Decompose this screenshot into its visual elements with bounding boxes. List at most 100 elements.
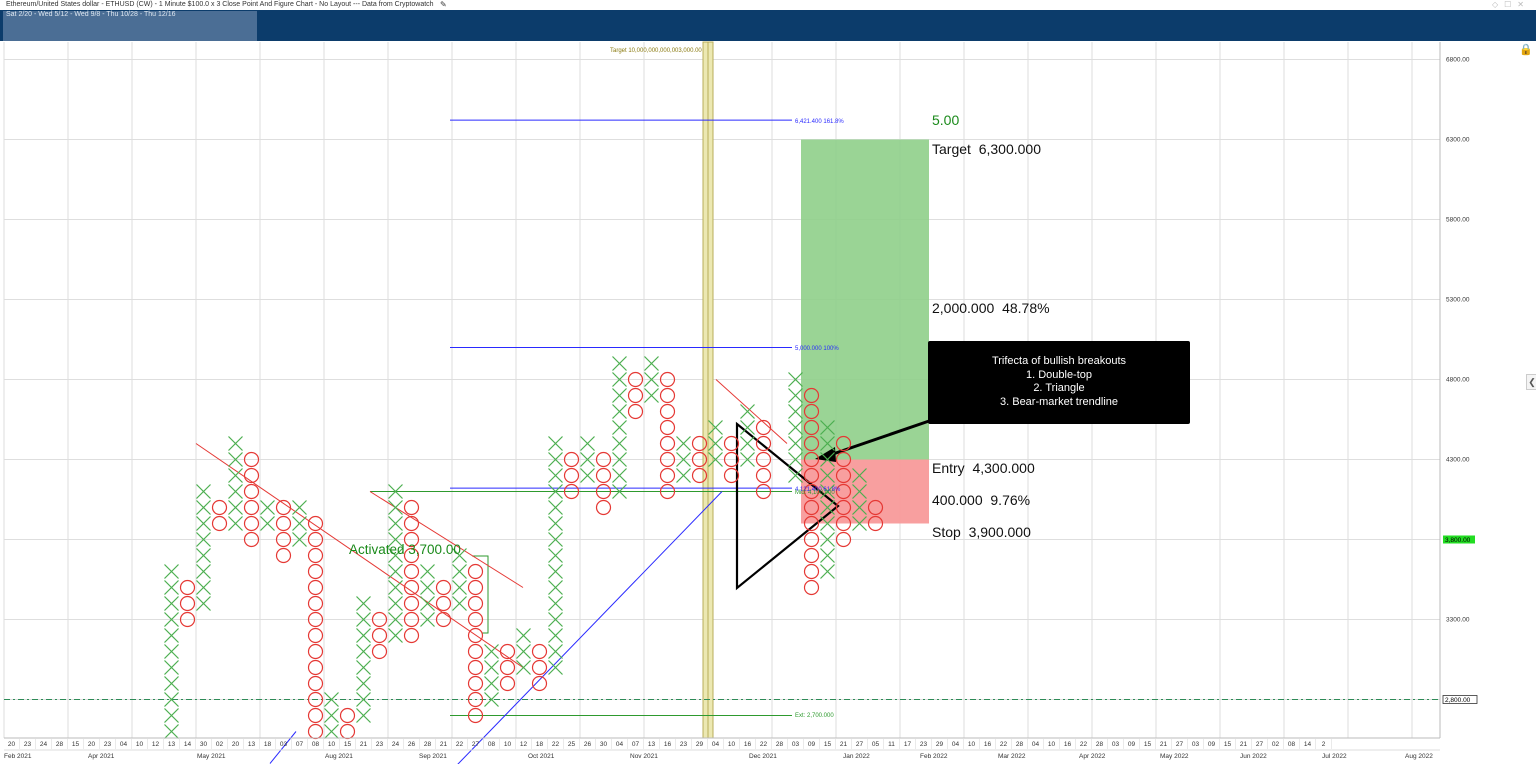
date-tick-label: 02 (216, 741, 224, 748)
o-box (467, 563, 484, 580)
month-label: Aug 2022 (1405, 753, 1433, 760)
x-box (548, 500, 563, 515)
x-box (484, 644, 499, 659)
o-box (659, 387, 676, 404)
x-box (788, 420, 803, 435)
o-box (803, 547, 820, 564)
x-box (788, 404, 803, 419)
o-box (467, 595, 484, 612)
x-box (420, 596, 435, 611)
date-tick-label: 22 (1000, 741, 1008, 748)
x-box (324, 708, 339, 723)
o-box (307, 723, 324, 740)
month-label: Mar 2022 (998, 753, 1026, 760)
date-tick-label: 04 (616, 741, 624, 748)
date-tick-label: 28 (424, 741, 432, 748)
date-tick-label: 27 (1176, 741, 1184, 748)
date-tick-label: 26 (584, 741, 592, 748)
fib-161-label: 6,421.400 161.8% (795, 119, 844, 125)
reward-pct: 48.78% (1002, 300, 1050, 316)
date-tick-label: 13 (248, 741, 256, 748)
date-tick-label: 15 (344, 741, 352, 748)
x-box (388, 596, 403, 611)
risk-value: 400.000 (932, 492, 983, 508)
month-label: Sep 2021 (419, 753, 447, 760)
x-box (580, 436, 595, 451)
o-box (307, 515, 324, 532)
o-box (435, 579, 452, 596)
stop-label: Stop 3,900.000 (932, 524, 1031, 540)
chart-lines (4, 119, 1440, 764)
x-box (788, 436, 803, 451)
trifecta-callout: Trifecta of bullish breakouts 1. Double-… (928, 341, 1190, 424)
x-box (612, 420, 627, 435)
x-box (164, 628, 179, 643)
fib-100-label: 5,000.000 100% (795, 346, 839, 352)
date-tick-label: 08 (1288, 741, 1296, 748)
date-tick-label: 20 (88, 741, 96, 748)
x-box (164, 676, 179, 691)
x-box (228, 500, 243, 515)
date-tick-label: 22 (456, 741, 464, 748)
bull-trendline-2 (457, 491, 723, 764)
date-tick-label: 23 (24, 741, 32, 748)
date-tick-label: 21 (360, 741, 368, 748)
date-tick-label: 24 (392, 741, 400, 748)
date-tick-label: 04 (120, 741, 128, 748)
date-tick-label: 26 (408, 741, 416, 748)
x-box (548, 436, 563, 451)
date-tick-label: 03 (280, 741, 288, 748)
date-tick-label: 29 (936, 741, 944, 748)
month-label: May 2022 (1160, 753, 1189, 760)
x-box (260, 516, 275, 531)
activated-label: Activated 3,700.00 (349, 542, 461, 557)
o-box (803, 579, 820, 596)
month-label: Aug 2021 (325, 753, 353, 760)
bear-trendline-3 (715, 379, 788, 444)
x-box (548, 628, 563, 643)
x-box (388, 516, 403, 531)
collapse-panel-arrow-icon[interactable]: ❮ (1526, 374, 1536, 390)
o-box (403, 515, 420, 532)
month-label: Nov 2021 (630, 753, 658, 760)
x-box (612, 356, 627, 371)
callout-item-1: 1. Double-top (1025, 368, 1093, 381)
entry-label-text: Entry (932, 460, 965, 476)
x-box (164, 644, 179, 659)
x-box (196, 484, 211, 499)
x-box (548, 580, 563, 595)
x-box (388, 628, 403, 643)
x-box (324, 724, 339, 739)
date-tick-label: 15 (1224, 741, 1232, 748)
o-box (275, 499, 292, 516)
date-tick-label: 21 (1240, 741, 1248, 748)
y-tick-label: 4300.00 (1446, 457, 1470, 464)
o-box (659, 419, 676, 436)
o-box (307, 595, 324, 612)
date-tick-label: 28 (56, 741, 64, 748)
month-label: Oct 2021 (528, 753, 555, 760)
date-tick-label: 13 (168, 741, 176, 748)
month-label: Apr 2022 (1079, 753, 1106, 760)
date-tick-label: 18 (536, 741, 544, 748)
x-box (484, 660, 499, 675)
date-tick-label: 15 (1144, 741, 1152, 748)
x-box (676, 436, 691, 451)
o-box (339, 723, 356, 740)
o-box (531, 675, 548, 692)
o-box (403, 595, 420, 612)
x-box (164, 596, 179, 611)
o-box (179, 595, 196, 612)
trade-ratio: 5.00 (932, 112, 960, 128)
o-box (403, 563, 420, 580)
entry-value: 4,300.000 (972, 460, 1035, 476)
date-tick-label: 2 (1322, 741, 1326, 748)
o-box (435, 595, 452, 612)
lock-icon[interactable]: 🔒 (1519, 43, 1533, 57)
o-box (659, 435, 676, 452)
date-tick-label: 25 (568, 741, 576, 748)
date-tick-label: 10 (136, 741, 144, 748)
x-box (164, 660, 179, 675)
x-box (292, 500, 307, 515)
date-tick-label: 04 (952, 741, 960, 748)
